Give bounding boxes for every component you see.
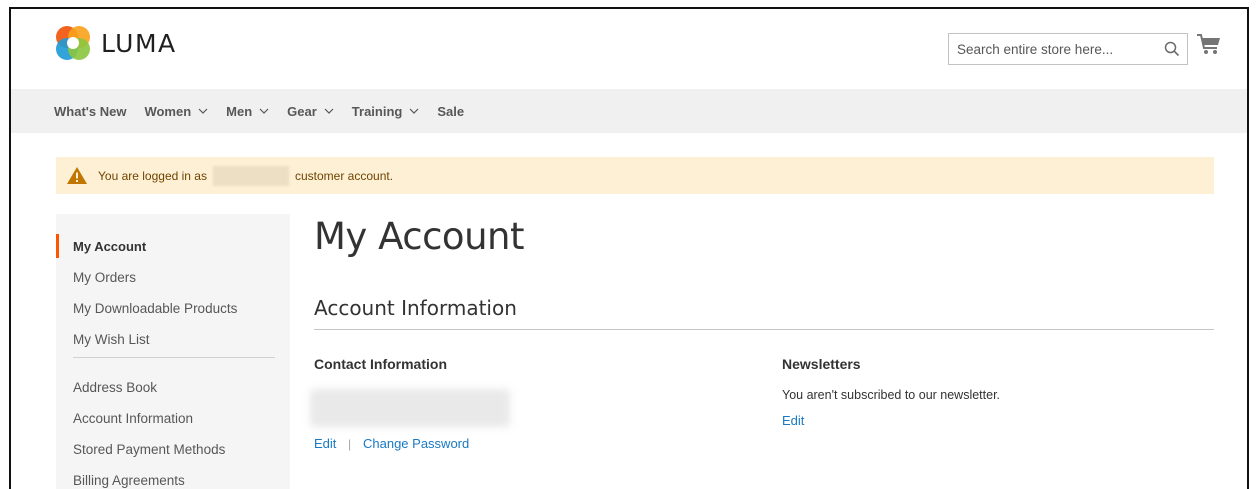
sidebar-divider — [73, 357, 275, 358]
page-title: My Account — [314, 215, 524, 258]
sidebar-item-label: My Downloadable Products — [73, 300, 238, 316]
sidebar-item-my-wish-list[interactable]: My Wish List — [56, 327, 290, 351]
nav-item-label: Men — [226, 103, 253, 119]
cart-icon[interactable] — [1195, 31, 1223, 57]
nav-item-whats-new[interactable]: What's New — [54, 104, 126, 119]
nav-item-label: Training — [351, 103, 403, 119]
sidebar-item-address-book[interactable]: Address Book — [56, 375, 290, 399]
nav-item-sale[interactable]: Sale — [437, 104, 464, 119]
change-password-link[interactable]: Change Password — [363, 436, 469, 451]
sidebar-item-label: My Wish List — [73, 331, 150, 347]
block-title-divider — [314, 329, 1214, 330]
chevron-down-icon — [324, 108, 334, 114]
sidebar-item-my-downloadable-products[interactable]: My Downloadable Products — [56, 296, 290, 320]
nav-item-label: What's New — [54, 103, 127, 119]
main-nav: What's New Women Men Gear Training Sale — [11, 89, 1247, 133]
nav-item-label: Women — [144, 103, 192, 119]
contact-information-title: Contact Information — [314, 356, 447, 372]
redacted-contact-details — [310, 389, 510, 427]
luma-logo-icon — [56, 26, 90, 60]
sidebar-item-label: My Orders — [73, 269, 137, 285]
sidebar-item-label: My Account — [73, 238, 147, 254]
sidebar-item-account-information[interactable]: Account Information — [56, 406, 290, 430]
sidebar-item-label: Address Book — [73, 379, 158, 395]
nav-item-gear[interactable]: Gear — [287, 104, 334, 119]
chevron-down-icon — [409, 108, 419, 114]
logo[interactable]: LUMA — [55, 25, 177, 61]
nav-item-men[interactable]: Men — [226, 104, 269, 119]
search-icon[interactable] — [1163, 40, 1181, 58]
chevron-down-icon — [259, 108, 269, 114]
account-sidebar: My Account My Orders My Downloadable Pro… — [56, 214, 290, 489]
newsletter-edit-link[interactable]: Edit — [782, 413, 804, 428]
browser-frame: LUMA What's New Women Men — [9, 7, 1249, 489]
account-information-title: Account Information — [314, 296, 517, 320]
nav-item-women[interactable]: Women — [144, 104, 208, 119]
sidebar-item-billing-agreements[interactable]: Billing Agreements — [56, 468, 290, 489]
redacted-customer-name — [212, 165, 289, 186]
newsletters-title: Newsletters — [782, 356, 861, 372]
newsletter-status-text: You aren't subscribed to our newsletter. — [782, 388, 1001, 402]
chevron-down-icon — [198, 108, 208, 114]
sidebar-item-label: Account Information — [73, 410, 194, 426]
warning-icon — [67, 167, 87, 184]
sidebar-item-label: Stored Payment Methods — [73, 441, 226, 457]
logo-text: LUMA — [101, 28, 177, 58]
sidebar-item-stored-payment-methods[interactable]: Stored Payment Methods — [56, 437, 290, 461]
sidebar-item-my-orders[interactable]: My Orders — [56, 265, 290, 289]
header: LUMA — [11, 9, 1247, 87]
search-box — [948, 33, 1188, 65]
sidebar-item-my-account[interactable]: My Account — [56, 234, 290, 258]
contact-edit-link[interactable]: Edit — [314, 436, 336, 451]
notice-suffix: customer account. — [294, 168, 394, 183]
nav-item-training[interactable]: Training — [352, 104, 420, 119]
login-notice: You are logged in as customer account. — [56, 157, 1214, 194]
nav-item-label: Gear — [287, 103, 317, 119]
notice-prefix: You are logged in as — [98, 168, 207, 183]
link-separator: | — [348, 437, 352, 451]
search-input[interactable] — [949, 34, 1149, 64]
sidebar-item-label: Billing Agreements — [73, 472, 185, 488]
nav-item-label: Sale — [437, 103, 465, 119]
